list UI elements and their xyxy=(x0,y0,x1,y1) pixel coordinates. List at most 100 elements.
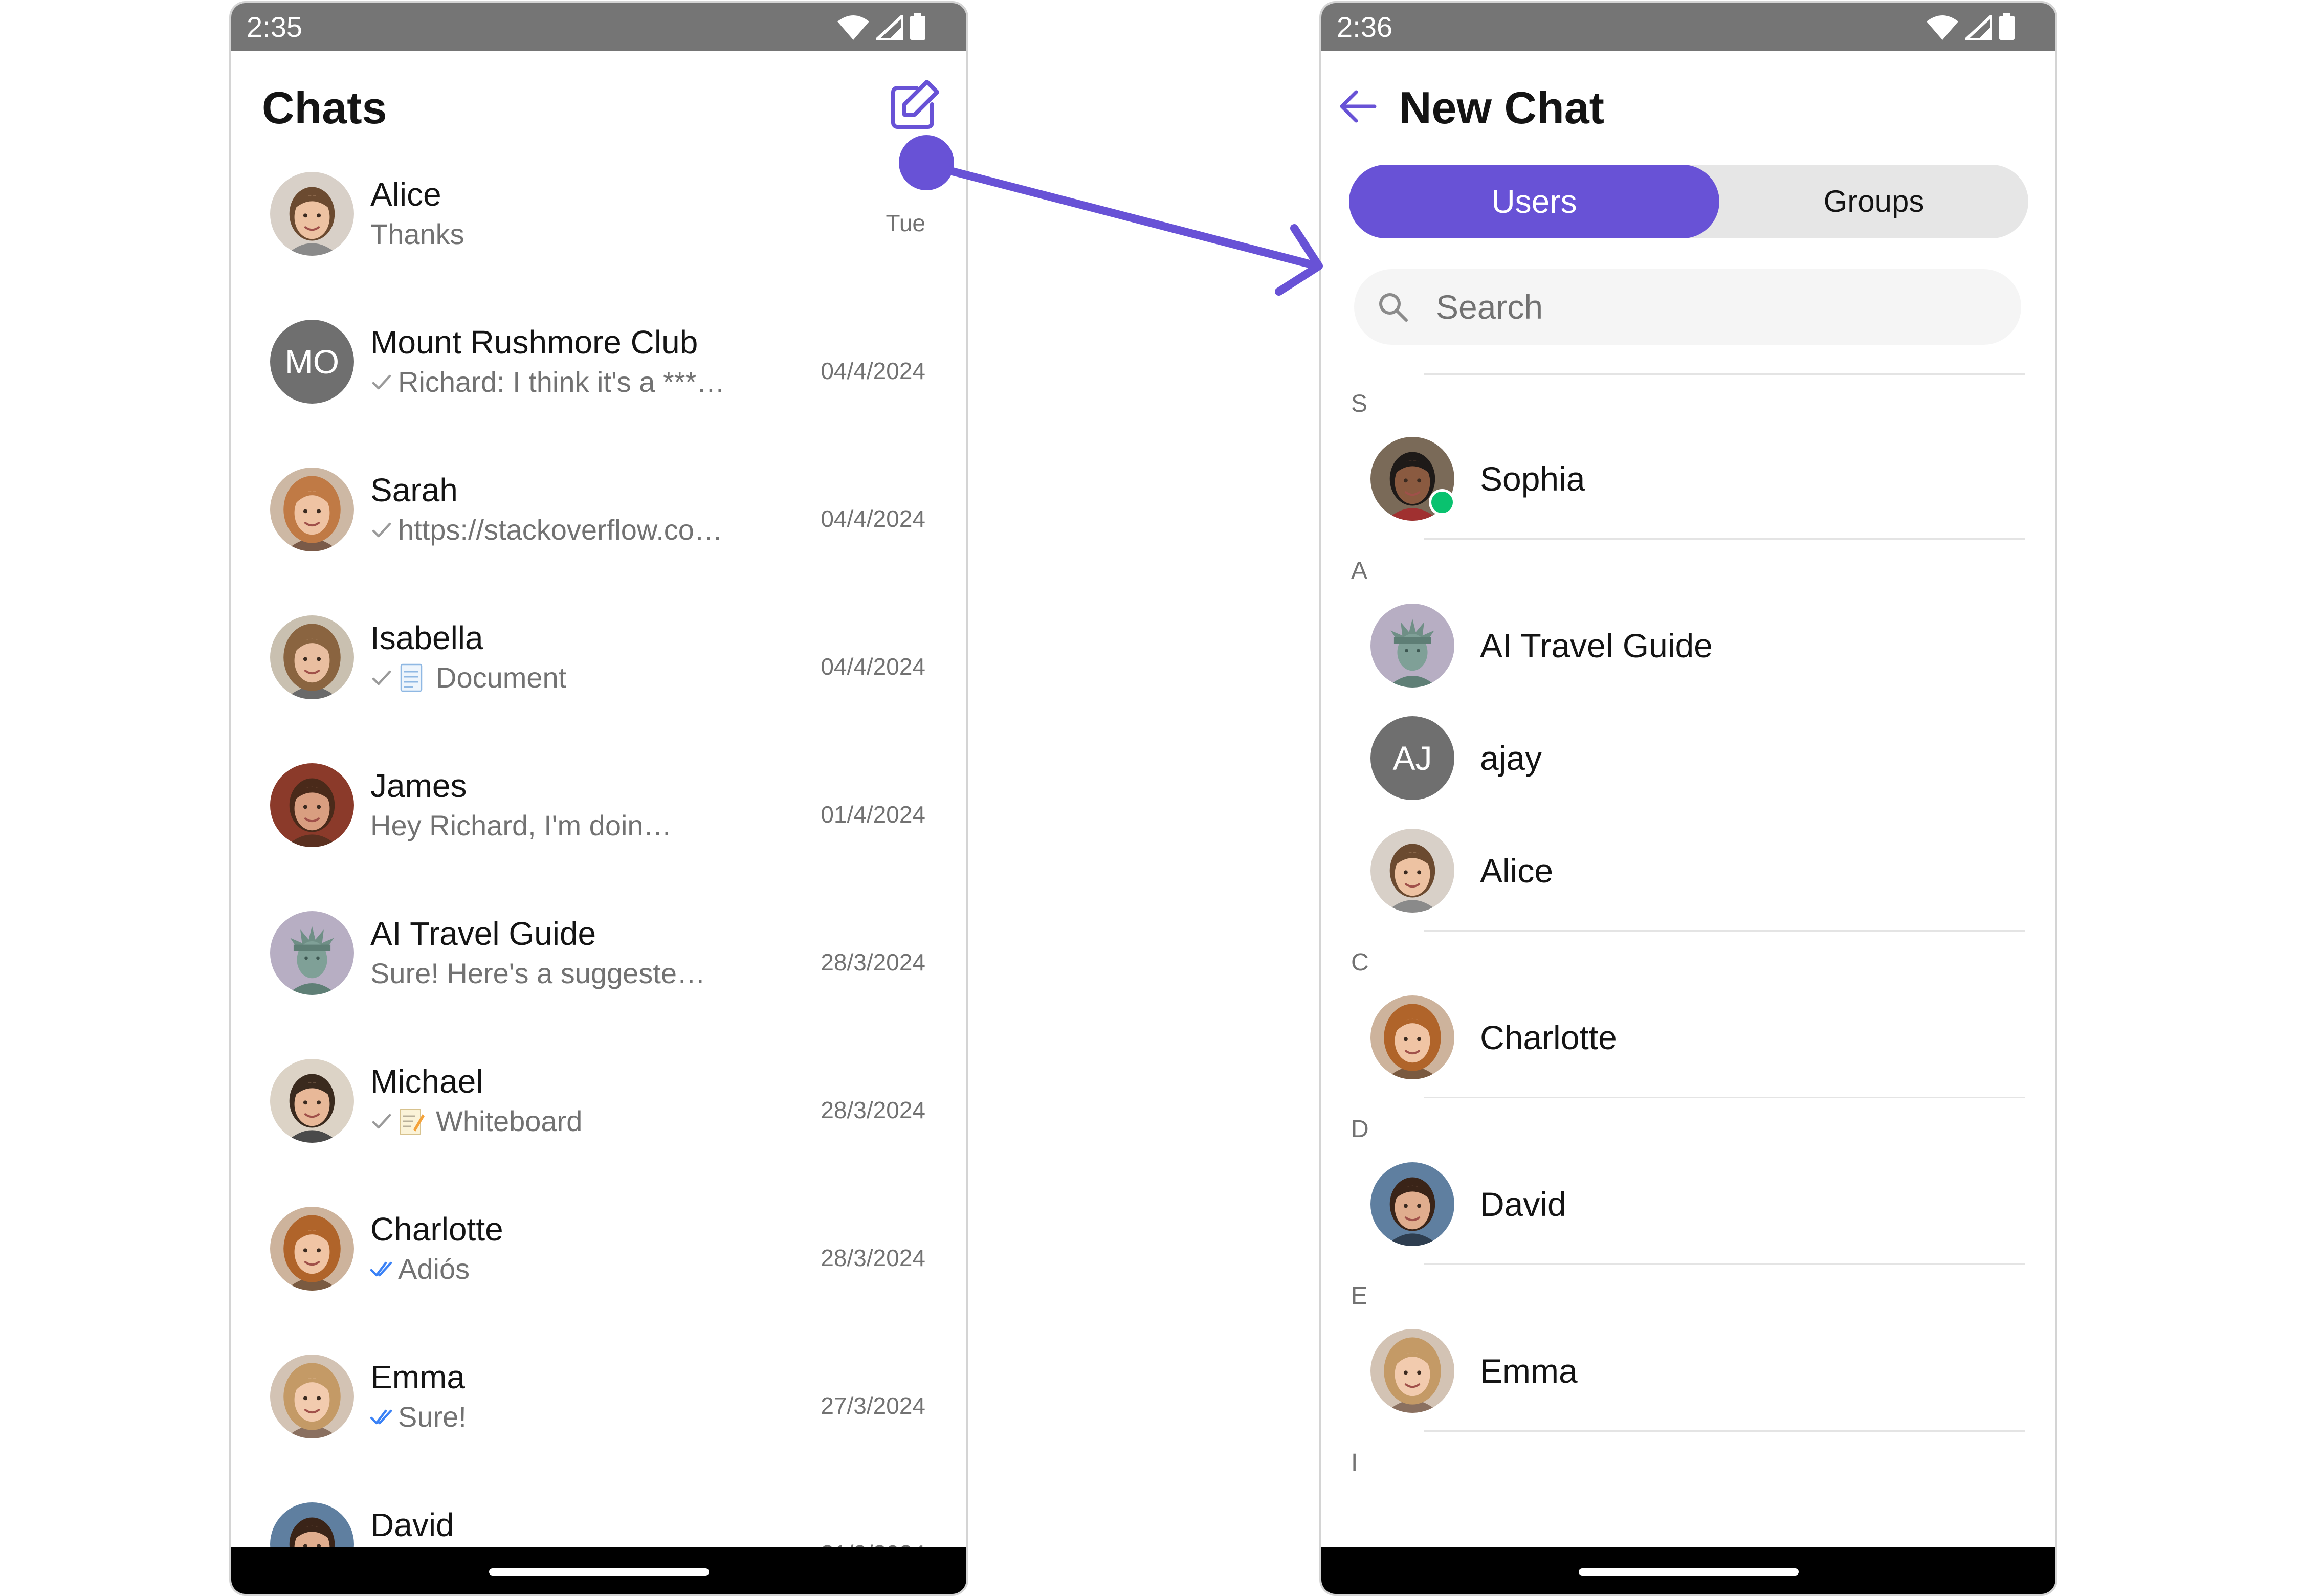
user-list-item[interactable]: AJ ajay xyxy=(1321,702,2055,814)
chat-timestamp: 04/4/2024 xyxy=(821,653,925,680)
section-letter: A xyxy=(1351,557,1368,584)
read-receipt-icon xyxy=(370,1259,393,1279)
chat-last-message: Sure! xyxy=(370,1399,467,1435)
divider xyxy=(1424,930,2025,932)
avatar xyxy=(270,615,354,699)
section-letter: D xyxy=(1351,1116,1369,1143)
chat-last-message-text: Sure! Here's a suggeste… xyxy=(370,957,706,989)
chat-last-message: Adiós xyxy=(370,1251,470,1288)
read-receipt-icon xyxy=(370,1407,393,1427)
avatar xyxy=(270,911,354,995)
chat-name: James xyxy=(370,767,467,804)
chat-name: Alice xyxy=(370,176,441,213)
user-list-item[interactable]: AI Travel Guide xyxy=(1321,589,2055,702)
avatar xyxy=(1370,995,1454,1079)
battery-icon xyxy=(1999,13,2015,40)
chat-timestamp: 28/3/2024 xyxy=(821,1097,925,1123)
section-letter: I xyxy=(1351,1449,1358,1476)
chat-name: Sarah xyxy=(370,472,458,508)
chat-list-item[interactable]: Emma Sure! 27/3/2024 xyxy=(231,1344,966,1492)
user-list-item[interactable]: Emma xyxy=(1321,1315,2055,1427)
avatar xyxy=(1370,604,1454,688)
home-indicator[interactable] xyxy=(1578,1568,1799,1576)
wifi-icon xyxy=(1927,15,1958,40)
page-title: Chats xyxy=(262,82,387,133)
chat-name: Mount Rushmore Club xyxy=(370,324,698,361)
chat-timestamp: 01/4/2024 xyxy=(821,801,925,828)
chat-list-item[interactable]: Sarah https://stackoverflow.co… 04/4/2024 xyxy=(231,457,966,605)
chat-name: David xyxy=(370,1506,454,1543)
status-icons xyxy=(837,13,925,40)
arrow-left-icon[interactable] xyxy=(1336,85,1379,128)
user-list-item[interactable]: Alice xyxy=(1321,814,2055,927)
document-emoji-icon xyxy=(398,662,425,693)
chat-name: Isabella xyxy=(370,619,483,656)
chat-list: Alice Thanks Tue MO Mount Rushmore Club Richa… xyxy=(231,162,966,1594)
avatar xyxy=(270,1059,354,1143)
chat-last-message-text: Adiós xyxy=(398,1253,470,1285)
chat-last-message: Document xyxy=(370,659,566,696)
chat-last-message-text: https://stackoverflow.co… xyxy=(398,514,723,546)
chat-last-message-text: Hey Richard, I'm doin… xyxy=(370,809,672,841)
chat-last-message-text: Thanks xyxy=(370,218,464,250)
edit-square-icon[interactable] xyxy=(886,78,942,134)
user-name: Sophia xyxy=(1480,460,1585,498)
status-time: 2:35 xyxy=(247,11,302,43)
status-icons xyxy=(1927,13,2015,40)
sent-receipt-icon xyxy=(370,372,393,392)
navigation-bar xyxy=(231,1547,966,1594)
chat-name: AI Travel Guide xyxy=(370,915,596,952)
user-name: Emma xyxy=(1480,1352,1578,1390)
avatar: MO xyxy=(270,320,354,404)
online-status-indicator xyxy=(1429,489,1455,516)
search-icon xyxy=(1379,293,1408,322)
chat-timestamp: 04/4/2024 xyxy=(821,358,925,384)
avatar xyxy=(1370,1329,1454,1413)
chat-list-item[interactable]: Alice Thanks Tue xyxy=(231,162,966,309)
signal-icon xyxy=(876,15,903,40)
chat-list-item[interactable]: Michael Whiteboard 28/3/2024 xyxy=(231,1049,966,1196)
user-name: David xyxy=(1480,1185,1566,1223)
chat-list-item[interactable]: James Hey Richard, I'm doin… 01/4/2024 xyxy=(231,753,966,901)
divider xyxy=(1424,1097,2025,1098)
section-letter: C xyxy=(1351,949,1369,976)
sent-receipt-icon xyxy=(370,1111,393,1132)
chat-list-item[interactable]: Isabella Document 04/4/2024 xyxy=(231,605,966,753)
section-letter: E xyxy=(1351,1282,1368,1310)
chat-list-item[interactable]: AI Travel Guide Sure! Here's a suggeste… 2… xyxy=(231,901,966,1049)
page-title: New Chat xyxy=(1399,82,1604,133)
section-letter: S xyxy=(1351,390,1368,417)
chat-last-message: Richard: I think it's a ***… xyxy=(370,364,725,401)
user-list-item[interactable]: Charlotte xyxy=(1321,981,2055,1094)
chat-last-message: Sure! Here's a suggeste… xyxy=(370,955,705,992)
divider xyxy=(1424,1264,2025,1265)
chats-screen: 2:35 Chats Alice Thanks Tue MO Mount Rushmor… xyxy=(229,1,968,1596)
chat-last-message: Whiteboard xyxy=(370,1103,582,1140)
home-indicator[interactable] xyxy=(489,1568,709,1576)
divider xyxy=(1424,1430,2025,1432)
status-bar: 2:35 xyxy=(231,3,966,51)
user-name: Alice xyxy=(1480,852,1554,890)
divider xyxy=(1424,373,2025,375)
chat-list-item[interactable]: Charlotte Adiós 28/3/2024 xyxy=(231,1196,966,1344)
chat-last-message-text: Richard: I think it's a ***… xyxy=(398,366,725,398)
divider xyxy=(1424,538,2025,540)
search-input[interactable]: Search xyxy=(1354,269,2021,345)
chat-list-item[interactable]: MO Mount Rushmore Club Richard: I think it… xyxy=(231,309,966,457)
users-groups-tabs: Users Groups xyxy=(1349,165,2028,238)
avatar xyxy=(270,1355,354,1438)
tab-users[interactable]: Users xyxy=(1349,165,1719,238)
battery-icon xyxy=(910,13,925,40)
user-list-item[interactable]: David xyxy=(1321,1148,2055,1260)
chat-timestamp: 04/4/2024 xyxy=(821,505,925,532)
navigation-bar xyxy=(1321,1547,2055,1594)
user-list-item[interactable]: Sophia xyxy=(1321,423,2055,535)
chat-last-message: Thanks xyxy=(370,216,464,253)
user-name: Charlotte xyxy=(1480,1018,1617,1056)
tab-groups[interactable]: Groups xyxy=(1719,165,2028,238)
chat-last-message: https://stackoverflow.co… xyxy=(370,512,723,548)
avatar xyxy=(270,172,354,256)
memo-emoji-icon xyxy=(398,1106,425,1137)
chat-last-message-text: Sure! xyxy=(398,1401,467,1433)
sent-receipt-icon xyxy=(370,668,393,688)
